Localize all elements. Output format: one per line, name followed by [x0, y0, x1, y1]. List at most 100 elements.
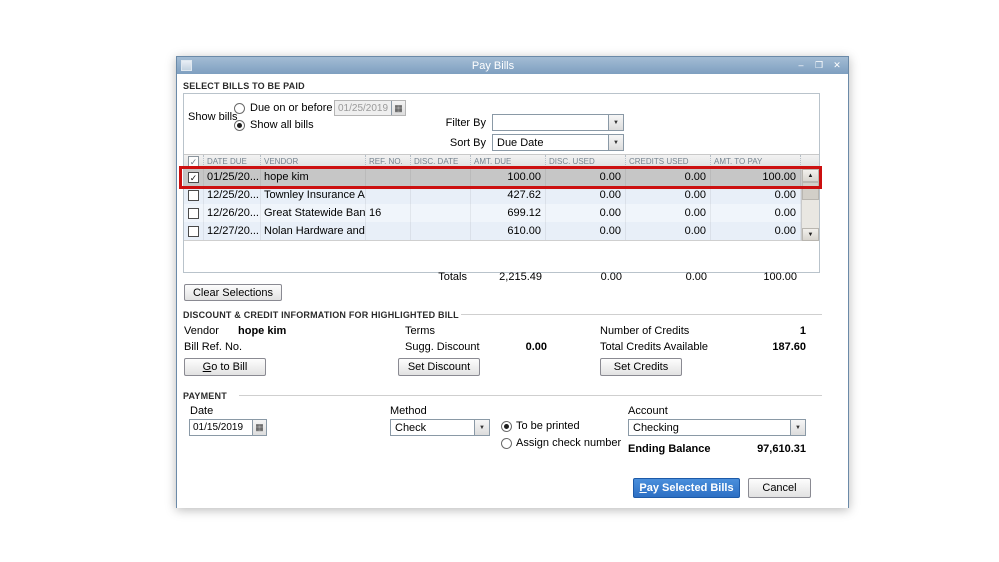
cell-amt-to-pay[interactable]: 0.00	[711, 204, 801, 222]
ending-balance-value: 97,610.31	[757, 443, 806, 455]
row-checkbox[interactable]	[188, 225, 199, 237]
payment-method-label: Method	[390, 405, 427, 417]
to-be-printed-radio[interactable]	[501, 421, 512, 432]
vendor-label: Vendor	[184, 325, 219, 337]
sort-by-dropdown[interactable]: Due Date ▼	[492, 134, 624, 151]
totals-disc-used: 0.00	[600, 271, 622, 283]
bills-table: ✓ DATE DUE VENDOR REF. NO. DISC. DATE AM…	[184, 154, 819, 241]
cell-amt-to-pay[interactable]: 0.00	[711, 186, 801, 204]
chevron-down-icon: ▼	[474, 420, 489, 435]
minimize-icon[interactable]: –	[794, 60, 808, 72]
column-header-amt-due[interactable]: AMT. DUE	[471, 155, 546, 167]
payment-date-field[interactable]: 01/15/2019 ▦	[189, 419, 267, 436]
column-header-amt-to-pay[interactable]: AMT. TO PAY	[711, 155, 801, 167]
filter-by-dropdown[interactable]: ▼	[492, 114, 624, 131]
terms-label: Terms	[405, 325, 435, 337]
cell-disc-used: 0.00	[546, 186, 626, 204]
filter-by-label: Filter By	[445, 117, 486, 129]
table-row[interactable]: 12/27/20... Nolan Hardware and ... 610.0…	[184, 222, 819, 240]
totals-amt-to-pay: 100.00	[763, 271, 797, 283]
select-all-column-header[interactable]: ✓	[184, 155, 204, 167]
pay-bills-window: Pay Bills – ❒ ✕ SELECT BILLS TO BE PAID …	[176, 56, 849, 508]
clear-selections-button[interactable]: Clear Selections	[184, 284, 282, 301]
column-header-credits-used[interactable]: CREDITS USED	[626, 155, 711, 167]
cell-date-due: 12/27/20...	[204, 222, 261, 240]
set-credits-button[interactable]: Set Credits	[600, 358, 682, 376]
table-scrollbar[interactable]: ▲ ▼	[801, 169, 819, 241]
sort-by-label: Sort By	[449, 137, 486, 149]
cell-amt-to-pay[interactable]: 0.00	[711, 222, 801, 240]
scroll-down-icon[interactable]: ▼	[802, 228, 819, 241]
bills-panel: Show bills Due on or before 01/25/2019 ▦…	[183, 93, 820, 283]
account-label: Account	[628, 405, 668, 417]
table-row[interactable]: 12/26/20... Great Statewide Bank 16 699.…	[184, 204, 819, 222]
column-header-disc-date[interactable]: DISC. DATE	[411, 155, 471, 167]
go-to-bill-button[interactable]: Go to Bill	[184, 358, 266, 376]
cell-disc-used: 0.00	[546, 204, 626, 222]
cell-amt-due: 699.12	[471, 204, 546, 222]
close-icon[interactable]: ✕	[830, 60, 844, 72]
checkmark-icon: ✓	[188, 155, 199, 167]
window-menu-icon[interactable]	[181, 60, 192, 71]
calendar-icon[interactable]: ▦	[252, 420, 266, 435]
section-divider	[461, 314, 822, 315]
cell-credits-used: 0.00	[626, 222, 711, 240]
cell-vendor: Townley Insurance A...	[261, 186, 366, 204]
vendor-value: hope kim	[238, 325, 287, 337]
due-on-or-before-label: Due on or before	[250, 102, 333, 114]
number-of-credits-value: 1	[799, 325, 806, 337]
pay-selected-bills-button[interactable]: Pay Selected Bills	[633, 478, 740, 498]
cell-ref-no: 16	[366, 204, 411, 222]
maximize-icon[interactable]: ❒	[812, 60, 826, 72]
bill-ref-label: Bill Ref. No.	[184, 341, 243, 353]
show-all-bills-radio[interactable]	[234, 120, 245, 131]
cell-date-due: 01/25/20...	[204, 168, 261, 186]
scrollbar-thumb[interactable]	[802, 182, 819, 200]
cell-amt-due: 427.62	[471, 186, 546, 204]
cell-disc-used: 0.00	[546, 168, 626, 186]
cell-date-due: 12/26/20...	[204, 204, 261, 222]
column-header-disc-used[interactable]: DISC. USED	[546, 155, 626, 167]
totals-credits-used: 0.00	[685, 271, 707, 283]
discount-credit-section-label: DISCOUNT & CREDIT INFORMATION FOR HIGHLI…	[183, 310, 459, 320]
cell-vendor: Great Statewide Bank	[261, 204, 366, 222]
scroll-up-icon[interactable]: ▲	[802, 169, 819, 182]
to-be-printed-label: To be printed	[516, 420, 580, 432]
cell-amt-due: 610.00	[471, 222, 546, 240]
column-header-ref-no[interactable]: REF. NO.	[366, 155, 411, 167]
cancel-button[interactable]: Cancel	[748, 478, 811, 498]
row-checkbox[interactable]	[188, 207, 199, 219]
cell-date-due: 12/25/20...	[204, 186, 261, 204]
chevron-down-icon: ▼	[790, 420, 805, 435]
row-checkbox[interactable]: ✓	[188, 171, 199, 183]
column-header-vendor[interactable]: VENDOR	[261, 155, 366, 167]
table-header: ✓ DATE DUE VENDOR REF. NO. DISC. DATE AM…	[184, 154, 819, 168]
payment-method-dropdown[interactable]: Check ▼	[390, 419, 490, 436]
account-dropdown[interactable]: Checking ▼	[628, 419, 806, 436]
cell-ref-no	[366, 186, 411, 204]
ending-balance-label: Ending Balance	[628, 443, 711, 455]
due-date-field: 01/25/2019 ▦	[334, 100, 406, 116]
cell-disc-date	[411, 186, 471, 204]
select-bills-section-label: SELECT BILLS TO BE PAID	[183, 81, 305, 91]
chevron-down-icon: ▼	[608, 135, 623, 150]
show-bills-label: Show bills	[188, 111, 238, 123]
cell-credits-used: 0.00	[626, 204, 711, 222]
titlebar[interactable]: Pay Bills – ❒ ✕	[177, 57, 848, 74]
calendar-icon[interactable]: ▦	[391, 101, 405, 115]
show-all-bills-label: Show all bills	[250, 119, 314, 131]
cell-disc-date	[411, 222, 471, 240]
set-discount-button[interactable]: Set Discount	[398, 358, 480, 376]
totals-amt-due: 2,215.49	[499, 271, 542, 283]
column-header-date-due[interactable]: DATE DUE	[204, 155, 261, 167]
total-credits-label: Total Credits Available	[600, 341, 709, 353]
payment-date-label: Date	[190, 405, 214, 417]
table-row[interactable]: ✓ 01/25/20... hope kim 100.00 0.00 0.00 …	[184, 168, 819, 186]
assign-check-number-radio[interactable]	[501, 438, 512, 449]
due-on-or-before-radio[interactable]	[234, 103, 245, 114]
table-row[interactable]: 12/25/20... Townley Insurance A... 427.6…	[184, 186, 819, 204]
row-checkbox[interactable]	[188, 189, 199, 201]
sugg-discount-value: 0.00	[525, 341, 547, 353]
cell-amt-to-pay[interactable]: 100.00	[711, 168, 801, 186]
total-credits-value: 187.60	[772, 341, 806, 353]
